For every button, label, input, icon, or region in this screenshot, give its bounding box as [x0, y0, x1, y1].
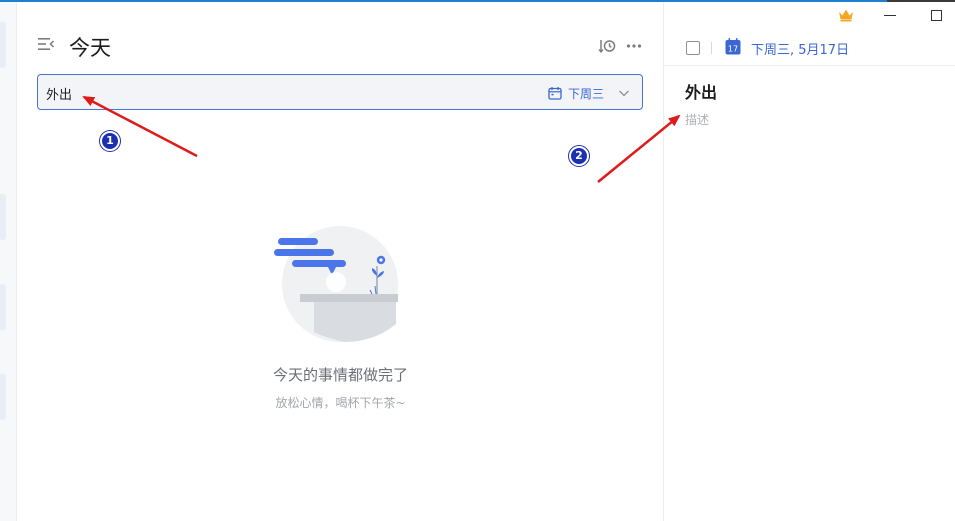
sidebar-item-stub[interactable]	[0, 194, 6, 240]
due-date-button[interactable]: 下周三	[548, 84, 630, 102]
calendar-date-icon[interactable]: 17	[725, 38, 741, 55]
task-detail-pane: 17 下周三, 5月17日 外出	[663, 2, 955, 521]
sidebar-item-stub[interactable]	[0, 374, 6, 420]
empty-state-title: 今天的事情都做完了	[272, 366, 408, 384]
window-maximize-button[interactable]	[931, 10, 942, 21]
sidebar-item-stub[interactable]	[0, 22, 6, 68]
new-task-input[interactable]	[46, 83, 526, 103]
divider	[711, 42, 712, 54]
detail-header: 17 下周三, 5月17日	[664, 30, 955, 66]
description-input[interactable]	[685, 113, 935, 127]
calendar-day-number: 17	[728, 45, 738, 54]
page-title: 今天	[69, 36, 111, 60]
empty-state-illustration	[274, 226, 398, 342]
task-title[interactable]: 外出	[685, 79, 717, 103]
calendar-icon	[548, 87, 562, 100]
menu-collapse-icon[interactable]	[37, 36, 55, 52]
sidebar-edge	[0, 2, 17, 521]
sidebar-item-stub[interactable]	[0, 284, 6, 330]
annotation-badge-1: 1	[100, 131, 120, 151]
task-list-pane: 今天 下周三	[18, 2, 663, 521]
due-date-text[interactable]: 下周三, 5月17日	[751, 39, 849, 58]
empty-state-subtitle: 放松心情，喝杯下午茶~	[275, 396, 406, 410]
chevron-down-icon[interactable]	[618, 87, 630, 99]
due-date-label: 下周三	[567, 86, 604, 101]
task-complete-checkbox[interactable]	[686, 41, 700, 55]
window-minimize-button[interactable]	[884, 15, 896, 16]
crown-icon[interactable]	[838, 8, 854, 22]
sort-clock-icon[interactable]	[598, 37, 616, 55]
more-dots-icon[interactable]	[626, 38, 642, 54]
annotation-badge-2: 2	[569, 146, 589, 166]
new-task-box[interactable]: 下周三	[37, 74, 643, 110]
